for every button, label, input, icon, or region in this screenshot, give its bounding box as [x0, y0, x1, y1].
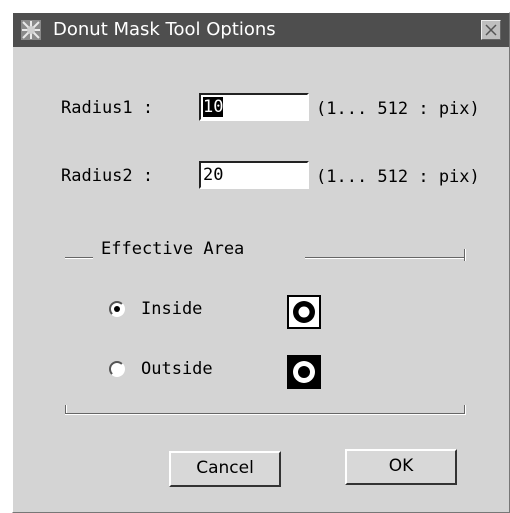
radio-selected-dot — [114, 306, 120, 312]
group-frame-top-right — [305, 257, 465, 259]
radius2-range: (1... 512 : pix) — [316, 167, 480, 187]
cancel-button[interactable]: Cancel — [169, 451, 281, 487]
ok-button[interactable]: OK — [345, 449, 457, 485]
app-icon — [21, 20, 41, 40]
radius2-label: Radius2 : — [61, 166, 154, 186]
title-bar[interactable]: Donut Mask Tool Options — [13, 13, 509, 47]
window-title: Donut Mask Tool Options — [53, 19, 276, 40]
radio-inside-label: Inside — [141, 299, 203, 319]
close-button[interactable] — [481, 20, 501, 40]
group-frame-top-left — [65, 257, 93, 259]
radius1-input[interactable]: 10 — [199, 93, 309, 121]
radius1-range: (1... 512 : pix) — [316, 99, 480, 119]
radio-outside-label: Outside — [141, 359, 213, 379]
radio-outside-indicator[interactable] — [109, 361, 125, 377]
radius2-input[interactable]: 20 — [199, 161, 309, 189]
radius2-value: 20 — [203, 165, 224, 185]
effective-area-title: Effective Area — [101, 239, 245, 259]
close-icon — [485, 24, 497, 36]
radius1-value: 10 — [203, 97, 224, 117]
donut-inside-icon — [287, 295, 321, 329]
group-frame-bottom — [65, 413, 465, 415]
donut-outside-icon — [287, 355, 321, 389]
radio-inside-indicator[interactable] — [109, 301, 125, 317]
dialog-window: Donut Mask Tool Options Radius1 : 10 (1.… — [12, 12, 510, 513]
radius1-label: Radius1 : — [61, 98, 154, 118]
group-frame-right — [464, 249, 466, 261]
